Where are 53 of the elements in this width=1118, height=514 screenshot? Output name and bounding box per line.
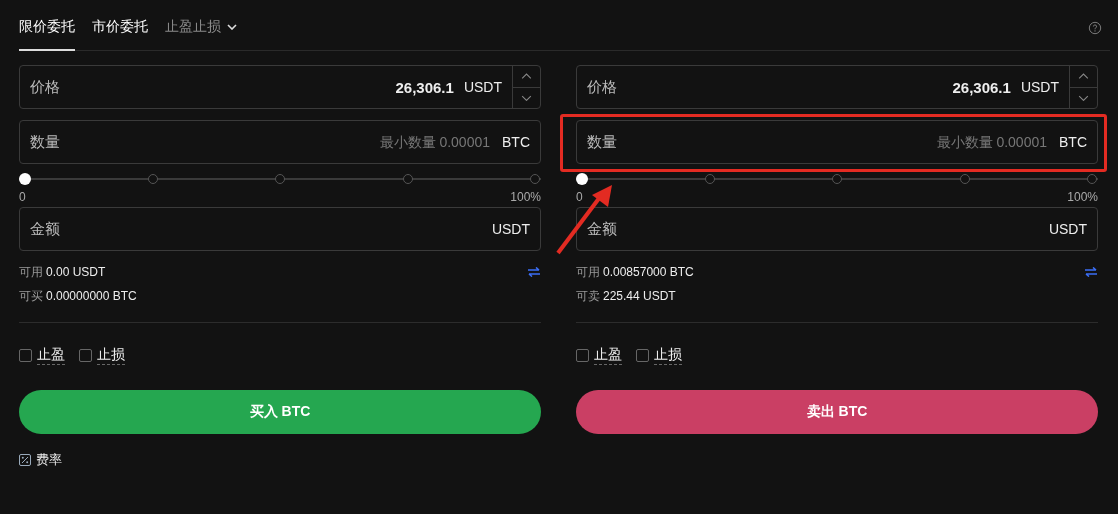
quantity-field[interactable]: 数量 最小数量 0.00001 BTC xyxy=(19,120,541,164)
slider-min-label: 0 xyxy=(19,190,26,204)
checkbox-label[interactable]: 止盈 xyxy=(594,345,622,365)
balance-label: 可用 xyxy=(576,263,600,281)
balance-value: 0.00000000 BTC xyxy=(46,289,137,303)
checkbox-label[interactable]: 止损 xyxy=(654,345,682,365)
order-type-dropdown[interactable]: 止盈止损 xyxy=(165,0,237,51)
checkbox[interactable] xyxy=(636,348,649,362)
amount-field[interactable]: 金额 USDT xyxy=(576,207,1098,251)
slider-step-dot[interactable] xyxy=(832,174,842,184)
order-tab[interactable]: 市价委托 xyxy=(92,0,148,51)
quantity-input[interactable]: 最小数量 0.00001 xyxy=(60,133,492,151)
transfer-icon[interactable] xyxy=(1084,267,1098,277)
slider-max-label: 100% xyxy=(510,190,541,204)
chevron-down-icon xyxy=(227,24,237,30)
help-icon[interactable] xyxy=(1088,21,1102,35)
quantity-field[interactable]: 数量 最小数量 0.00001 BTC xyxy=(576,120,1098,164)
slider-step-dot[interactable] xyxy=(959,174,970,184)
balance-label: 可卖 xyxy=(576,287,600,305)
slider-step-dot[interactable] xyxy=(147,174,158,184)
slider-thumb[interactable] xyxy=(19,173,31,185)
balance-value: 0.00 USDT xyxy=(46,265,106,279)
checkbox[interactable] xyxy=(19,348,32,362)
unit-label: BTC xyxy=(502,134,531,150)
field-label: 数量 xyxy=(587,132,617,152)
slider-step-dot[interactable] xyxy=(402,174,413,184)
field-label: 数量 xyxy=(30,132,60,152)
checkbox-label[interactable]: 止盈 xyxy=(37,345,65,365)
sell-button[interactable]: 卖出 BTC xyxy=(576,390,1098,434)
fee-link[interactable]: 费率 xyxy=(36,451,62,469)
amount-field[interactable]: 金额 USDT xyxy=(19,207,541,251)
balance-label: 可买 xyxy=(19,287,43,305)
slider-step-dot[interactable] xyxy=(1087,174,1097,184)
quantity-slider[interactable] xyxy=(576,172,1098,186)
slider-step-dot[interactable] xyxy=(704,174,715,184)
percent-icon xyxy=(19,454,31,466)
balance-label: 可用 xyxy=(19,263,43,281)
quantity-input[interactable]: 最小数量 0.00001 xyxy=(617,133,1049,151)
slider-step-dot[interactable] xyxy=(530,174,540,184)
checkbox[interactable] xyxy=(79,348,92,362)
checkbox[interactable] xyxy=(576,348,589,362)
slider-thumb[interactable] xyxy=(576,173,588,185)
unit-label: BTC xyxy=(1059,134,1088,150)
slider-min-label: 0 xyxy=(576,190,583,204)
transfer-icon[interactable] xyxy=(527,267,541,277)
balance-value: 0.00857000 BTC xyxy=(603,265,694,279)
checkbox-label[interactable]: 止损 xyxy=(97,345,125,365)
price-field[interactable]: 价格 26,306.1 USDT xyxy=(576,65,1098,109)
order-tab[interactable]: 限价委托 xyxy=(19,0,75,51)
slider-max-label: 100% xyxy=(1067,190,1098,204)
balance-value: 225.44 USDT xyxy=(603,289,676,303)
price-field[interactable]: 价格 26,306.1 USDT xyxy=(19,65,541,109)
slider-step-dot[interactable] xyxy=(275,174,285,184)
